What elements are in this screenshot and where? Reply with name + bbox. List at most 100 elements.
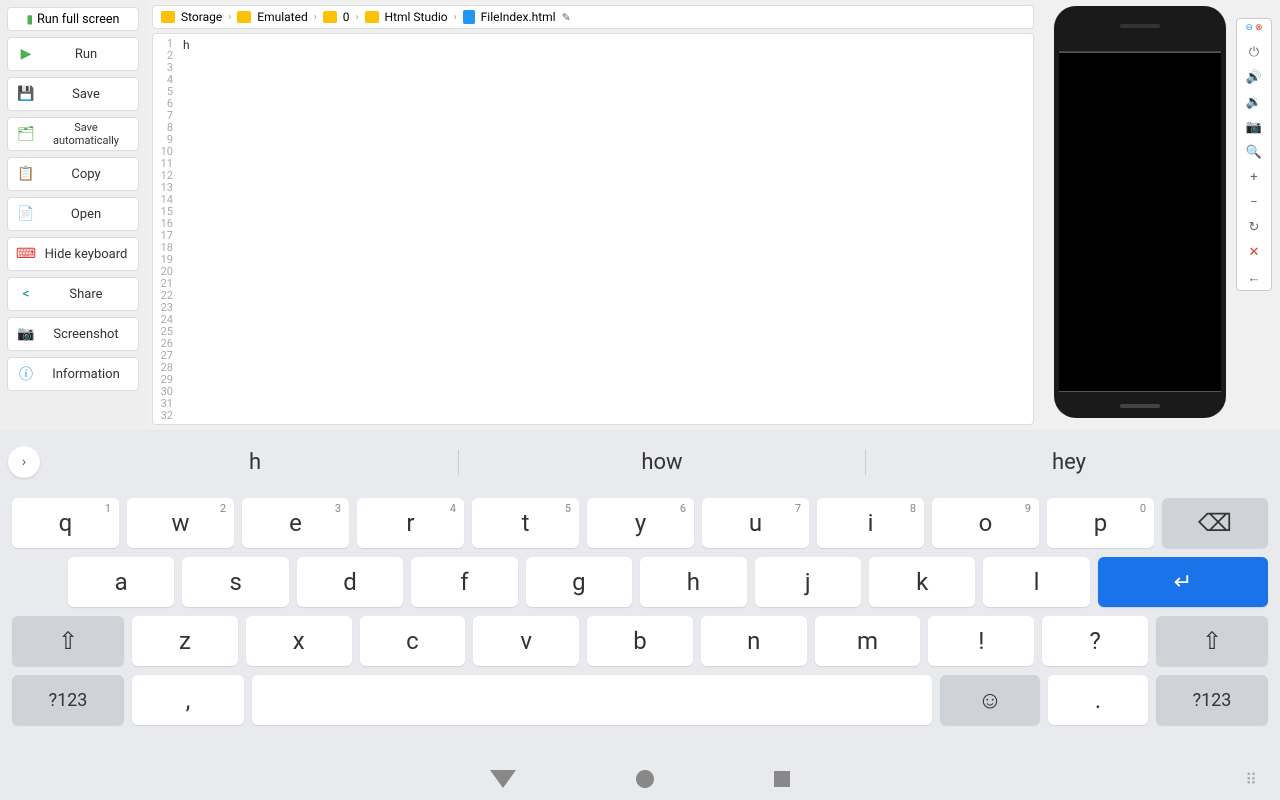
minus-icon[interactable]: − xyxy=(1250,195,1257,210)
breadcrumb[interactable]: Storage › Emulated › 0 › Html Studio › F… xyxy=(152,5,1034,29)
nav-home-button[interactable] xyxy=(636,770,654,788)
suggestion-3[interactable]: hey xyxy=(866,450,1272,475)
main-area: Storage › Emulated › 0 › Html Studio › F… xyxy=(146,0,1040,430)
refresh-icon[interactable]: ↻ xyxy=(1249,220,1260,235)
key-y[interactable]: y6 xyxy=(587,498,694,548)
key-![interactable]: ! xyxy=(928,616,1034,666)
comma-key[interactable]: , xyxy=(132,675,244,725)
preview-screen xyxy=(1059,52,1221,392)
play-icon: ▶ xyxy=(16,44,36,64)
backspace-key[interactable]: ⌫ xyxy=(1162,498,1268,548)
key-i[interactable]: i8 xyxy=(817,498,924,548)
key-n[interactable]: n xyxy=(701,616,807,666)
key-e[interactable]: e3 xyxy=(242,498,349,548)
key-q[interactable]: q1 xyxy=(12,498,119,548)
expand-suggestions-button[interactable]: › xyxy=(8,446,40,478)
run-button[interactable]: ▶ Run xyxy=(7,37,139,71)
symbols-key-right[interactable]: ?123 xyxy=(1156,675,1268,725)
key-k[interactable]: k xyxy=(869,557,975,607)
camera-icon[interactable]: 📷 xyxy=(1246,120,1262,135)
chevron-right-icon: › xyxy=(356,12,359,23)
zoom-icon[interactable]: 🔍 xyxy=(1246,145,1262,160)
crumb-emulated[interactable]: Emulated xyxy=(257,10,307,24)
line-gutter: 1234567891011121314151617181920212223242… xyxy=(153,34,177,424)
chevron-right-icon: › xyxy=(314,12,317,23)
key-w[interactable]: w2 xyxy=(127,498,234,548)
crumb-file[interactable]: FileIndex.html xyxy=(481,10,556,24)
folder-icon xyxy=(365,11,379,23)
suggestion-bar: › h how hey xyxy=(0,438,1280,486)
open-button[interactable]: 📄 Open xyxy=(7,197,139,231)
symbols-key-left[interactable]: ?123 xyxy=(12,675,124,725)
nav-recents-button[interactable] xyxy=(774,771,790,787)
volume-down-icon[interactable]: 🔉 xyxy=(1246,95,1262,110)
key-j[interactable]: j xyxy=(755,557,861,607)
key-t[interactable]: t5 xyxy=(472,498,579,548)
key-u[interactable]: u7 xyxy=(702,498,809,548)
keyboard-icon: ⌨ xyxy=(16,244,36,264)
minimize-icon[interactable]: ⊖ xyxy=(1245,23,1253,33)
copy-label: Copy xyxy=(42,167,130,182)
suggestion-2[interactable]: how xyxy=(459,450,866,475)
emoji-key[interactable]: ☺ xyxy=(940,675,1040,725)
close-icon[interactable]: ⊗ xyxy=(1255,23,1263,33)
android-nav-bar: ⠿ xyxy=(0,758,1280,800)
key-m[interactable]: m xyxy=(815,616,921,666)
period-key[interactable]: . xyxy=(1048,675,1148,725)
key-p[interactable]: p0 xyxy=(1047,498,1154,548)
run-fullscreen-button[interactable]: ▮ Run full screen xyxy=(7,7,139,31)
key-x[interactable]: x xyxy=(246,616,352,666)
close-x-icon[interactable]: ✕ xyxy=(1249,245,1260,260)
key-a[interactable]: a xyxy=(68,557,174,607)
key-s[interactable]: s xyxy=(182,557,288,607)
preview-column: ⊖ ⊗ ⏻ 🔊 🔉 📷 🔍 + − ↻ ✕ ← xyxy=(1040,0,1280,430)
keyboard-switch-icon[interactable]: ⠿ xyxy=(1245,770,1258,789)
share-label: Share xyxy=(42,287,130,302)
screenshot-button[interactable]: 📷 Screenshot xyxy=(7,317,139,351)
key-row-3: ⇧ zxcvbnm!? ⇧ xyxy=(12,616,1268,666)
code-content[interactable]: h xyxy=(177,34,1033,424)
key-o[interactable]: o9 xyxy=(932,498,1039,548)
enter-key[interactable]: ↵ xyxy=(1098,557,1268,607)
screenshot-label: Screenshot xyxy=(42,327,130,342)
nav-back-button[interactable] xyxy=(490,770,516,788)
code-editor[interactable]: 1234567891011121314151617181920212223242… xyxy=(152,33,1034,425)
chevron-right-icon: › xyxy=(454,12,457,23)
open-icon: 📄 xyxy=(16,204,36,224)
copy-button[interactable]: 📋 Copy xyxy=(7,157,139,191)
key-d[interactable]: d xyxy=(297,557,403,607)
edit-icon[interactable]: ✎ xyxy=(562,11,571,24)
crumb-htmlstudio[interactable]: Html Studio xyxy=(385,10,448,24)
space-key[interactable] xyxy=(252,675,932,725)
key-l[interactable]: l xyxy=(983,557,1089,607)
key-c[interactable]: c xyxy=(360,616,466,666)
key-v[interactable]: v xyxy=(473,616,579,666)
autosave-icon: 🗂 xyxy=(16,124,36,144)
key-f[interactable]: f xyxy=(411,557,517,607)
hide-keyboard-button[interactable]: ⌨ Hide keyboard xyxy=(7,237,139,271)
key-z[interactable]: z xyxy=(132,616,238,666)
phone-icon: ▮ xyxy=(27,12,34,26)
key-?[interactable]: ? xyxy=(1042,616,1148,666)
information-button[interactable]: ⓘ Information xyxy=(7,357,139,391)
shift-key-left[interactable]: ⇧ xyxy=(12,616,124,666)
power-icon[interactable]: ⏻ xyxy=(1249,45,1259,60)
plus-icon[interactable]: + xyxy=(1250,170,1257,185)
suggestion-1[interactable]: h xyxy=(52,450,459,475)
copy-icon: 📋 xyxy=(16,164,36,184)
key-h[interactable]: h xyxy=(640,557,746,607)
key-b[interactable]: b xyxy=(587,616,693,666)
key-g[interactable]: g xyxy=(526,557,632,607)
crumb-storage[interactable]: Storage xyxy=(181,10,222,24)
share-button[interactable]: < Share xyxy=(7,277,139,311)
autosave-button[interactable]: 🗂 Save automatically xyxy=(7,117,139,151)
volume-up-icon[interactable]: 🔊 xyxy=(1246,70,1262,85)
save-button[interactable]: 💾 Save xyxy=(7,77,139,111)
shift-key-right[interactable]: ⇧ xyxy=(1156,616,1268,666)
crumb-0[interactable]: 0 xyxy=(343,10,350,24)
key-r[interactable]: r4 xyxy=(357,498,464,548)
back-arrow-icon[interactable]: ← xyxy=(1248,270,1261,286)
key-row-2-wrap: asdfghjkl↵ xyxy=(12,557,1268,607)
folder-icon xyxy=(237,11,251,23)
key-row-4: ?123 , ☺ . ?123 xyxy=(12,675,1268,725)
